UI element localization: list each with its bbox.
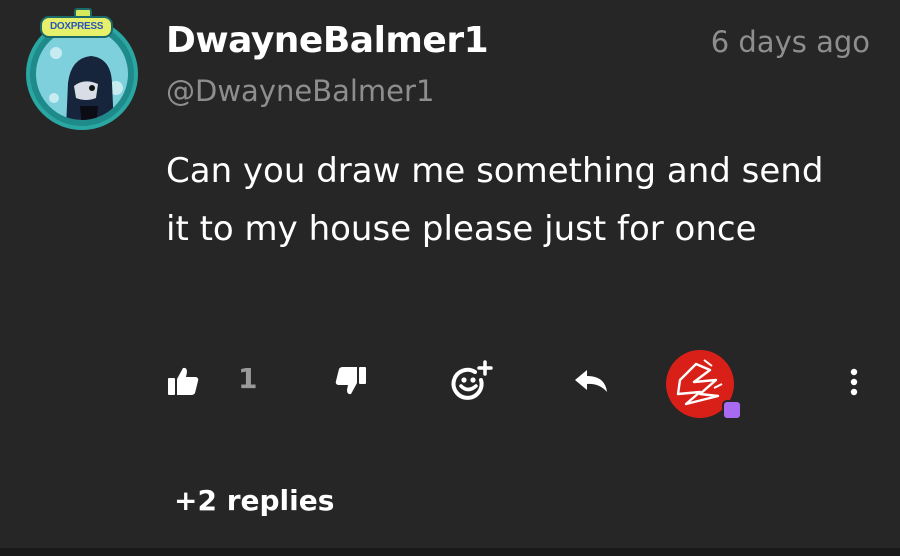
like-button[interactable] bbox=[166, 364, 200, 398]
thumbs-down-icon bbox=[335, 367, 366, 395]
avatar-badge: DOXPRESS bbox=[40, 16, 114, 38]
like-count: 1 bbox=[238, 362, 258, 395]
divider bbox=[0, 548, 900, 556]
view-replies-link[interactable]: +2 replies bbox=[174, 484, 334, 517]
reply-button[interactable] bbox=[572, 364, 610, 398]
thumbs-up-icon bbox=[168, 367, 199, 395]
author-avatar[interactable]: DOXPRESS bbox=[24, 8, 144, 130]
more-options-button[interactable] bbox=[840, 362, 868, 402]
author-display-name[interactable]: DwayneBalmer1 bbox=[166, 20, 489, 61]
comment-body: Can you draw me something and send it to… bbox=[166, 151, 824, 249]
comment-timestamp: 6 days ago bbox=[710, 25, 870, 59]
avatar-image bbox=[36, 28, 128, 120]
vertical-dots-icon bbox=[850, 368, 858, 396]
reply-arrow-icon bbox=[575, 370, 607, 392]
add-reaction-icon bbox=[451, 360, 493, 400]
add-reaction-button[interactable] bbox=[450, 360, 494, 400]
dislike-button[interactable] bbox=[334, 364, 368, 398]
author-handle[interactable]: @DwayneBalmer1 bbox=[166, 74, 434, 108]
creator-heart-badge bbox=[722, 400, 742, 420]
comment-action-bar: 1 bbox=[0, 350, 900, 420]
avatar-character-icon bbox=[49, 47, 123, 120]
